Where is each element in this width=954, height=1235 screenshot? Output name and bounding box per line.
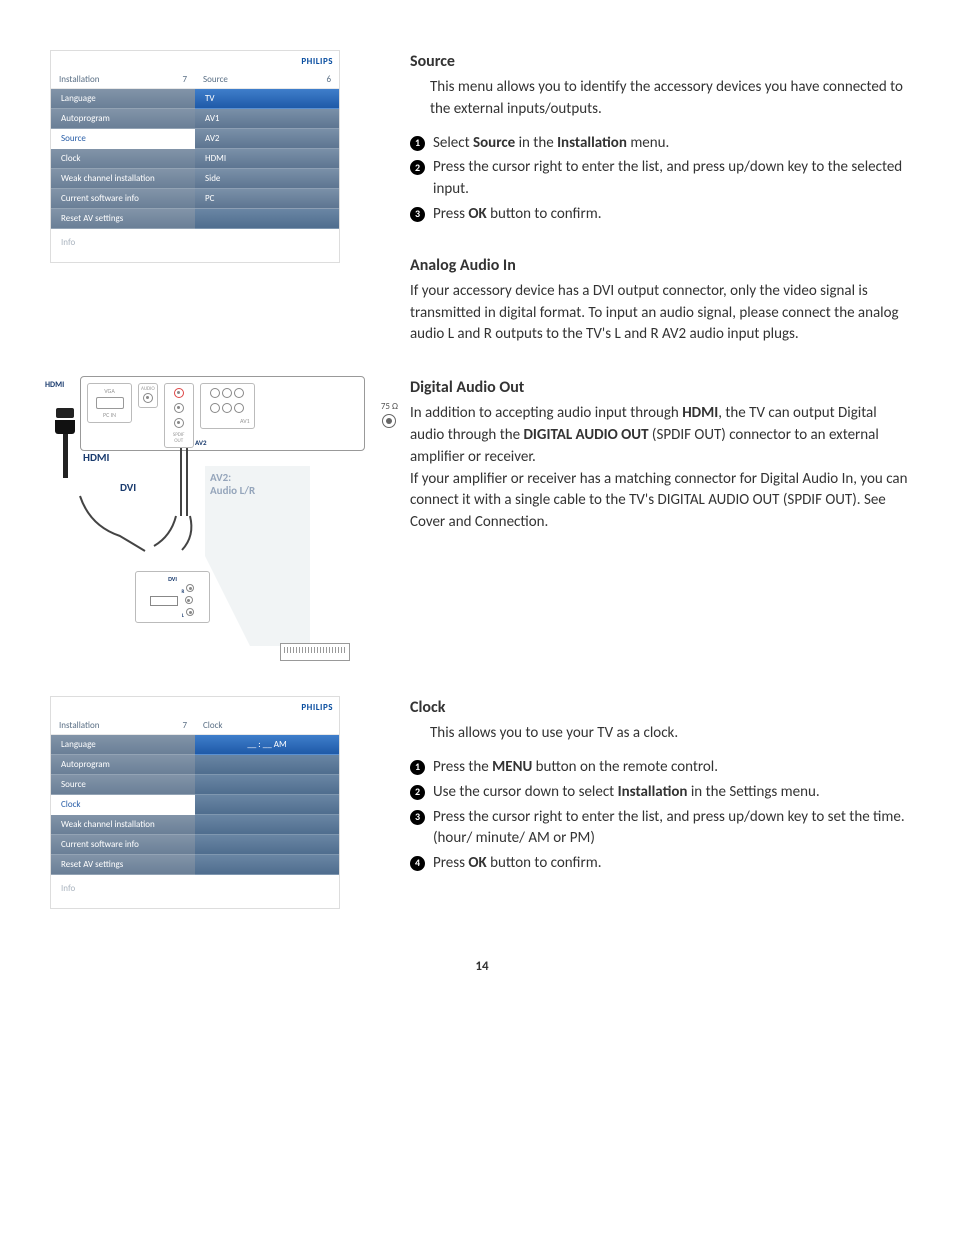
source-menu-screenshot: PHILIPS Installation7 LanguageAutoprogra… — [50, 50, 340, 263]
dvi-connector-icon: DVI R L — [135, 571, 210, 623]
menu-item: Current software info — [51, 189, 195, 209]
menu-item-empty — [195, 795, 339, 815]
connection-diagram: HDMI HDMI DVI AV2:Audio L/R VGA PC IN AU… — [50, 376, 370, 666]
menu-item: Clock — [51, 795, 195, 815]
analog-heading: Analog Audio In — [410, 254, 914, 277]
menu-left-header: Installation7 — [51, 71, 195, 89]
menu-item: Source — [51, 129, 195, 149]
step-number-icon: 1 — [410, 760, 425, 775]
menu-right-header: Source6 — [195, 71, 339, 89]
menu-item: Clock — [51, 149, 195, 169]
antenna-icon: 75 Ω — [381, 401, 398, 430]
dvi-label: DVI — [120, 481, 136, 494]
clock-value: __ : __ AM — [195, 735, 339, 755]
menu-footer-info: Info — [51, 229, 339, 262]
clock-step-3: Press the cursor right to enter the list… — [433, 807, 914, 851]
menu-item: Language — [51, 735, 195, 755]
digital-heading: Digital Audio Out — [410, 376, 914, 399]
page-number: 14 — [50, 959, 914, 974]
step-number-icon: 1 — [410, 136, 425, 151]
menu-left-header: Installation7 — [51, 717, 195, 735]
menu-item: Autoprogram — [51, 755, 195, 775]
menu-item-empty — [195, 209, 339, 229]
hdmi-plug-icon — [50, 408, 80, 478]
menu-footer-info: Info — [51, 875, 339, 908]
menu-item-empty — [195, 815, 339, 835]
av2-label: AV2:Audio L/R — [210, 471, 255, 497]
menu-item: Current software info — [51, 835, 195, 855]
menu-item: TV — [195, 89, 339, 109]
clock-step-2: Use the cursor down to select Installati… — [433, 782, 914, 804]
menu-item: Weak channel installation — [51, 815, 195, 835]
menu-item: AV2 — [195, 129, 339, 149]
brand-logo: PHILIPS — [51, 697, 339, 717]
clock-intro: This allows you to use your TV as a cloc… — [430, 723, 914, 745]
clock-step-4: Press OK button to confirm. — [433, 853, 914, 875]
clock-step-1: Press the MENU button on the remote cont… — [433, 757, 914, 779]
source-step-3: Press OK button to confirm. — [433, 204, 914, 226]
step-number-icon: 2 — [410, 160, 425, 175]
clock-heading: Clock — [410, 696, 914, 719]
menu-item: AV1 — [195, 109, 339, 129]
menu-item-empty — [195, 835, 339, 855]
digital-body-2: If your amplifier or receiver has a matc… — [410, 469, 914, 534]
analog-body: If your accessory device has a DVI outpu… — [410, 281, 914, 346]
menu-item: Source — [51, 775, 195, 795]
digital-body-1: In addition to accepting audio input thr… — [410, 403, 914, 468]
menu-right-header: Clock — [195, 717, 339, 735]
menu-item-empty — [195, 855, 339, 875]
hdmi-label: HDMI — [83, 451, 109, 464]
brand-logo: PHILIPS — [51, 51, 339, 71]
menu-item-empty — [195, 755, 339, 775]
menu-item: Reset AV settings — [51, 855, 195, 875]
source-steps: 1 Select Source in the Installation menu… — [410, 133, 914, 226]
menu-item-empty — [195, 775, 339, 795]
menu-item: Weak channel installation — [51, 169, 195, 189]
clock-menu-screenshot: PHILIPS Installation7 LanguageAutoprogra… — [50, 696, 340, 909]
source-intro: This menu allows you to identify the acc… — [430, 77, 914, 121]
source-step-2: Press the cursor right to enter the list… — [433, 157, 914, 201]
source-step-1: Select Source in the Installation menu. — [433, 133, 914, 155]
clock-steps: 1 Press the MENU button on the remote co… — [410, 757, 914, 875]
step-number-icon: 3 — [410, 810, 425, 825]
menu-item: HDMI — [195, 149, 339, 169]
step-number-icon: 2 — [410, 785, 425, 800]
menu-item: Autoprogram — [51, 109, 195, 129]
menu-item: Reset AV settings — [51, 209, 195, 229]
external-device-icon — [280, 643, 350, 661]
step-number-icon: 3 — [410, 207, 425, 222]
tv-back-panel-icon: VGA PC IN AUDIO SPDIF OUT AV1 — [80, 376, 365, 451]
menu-item: PC — [195, 189, 339, 209]
menu-item: Language — [51, 89, 195, 109]
source-heading: Source — [410, 50, 914, 73]
step-number-icon: 4 — [410, 856, 425, 871]
menu-item: Side — [195, 169, 339, 189]
